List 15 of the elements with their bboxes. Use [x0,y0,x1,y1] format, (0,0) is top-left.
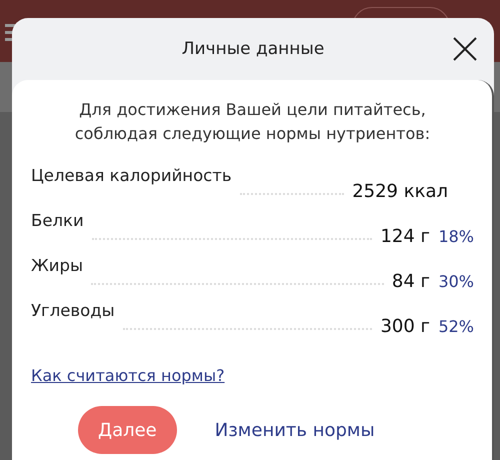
intro-text: Для достижения Вашей цели питайтесь, соблюдая следующие нормы нутриентов: [74,99,432,145]
nutrient-label: Белки [31,211,84,230]
nutrient-percent: 30% [437,272,474,291]
nutrient-value: 300 г [380,316,430,337]
nutrient-percent: 52% [437,317,474,336]
nutrient-value: 84 г [392,271,430,292]
norms-link[interactable]: Как считаются нормы? [31,366,225,385]
dialog-title: Личные данные [182,39,324,59]
change-norms-button[interactable]: Изменить нормы [214,420,375,440]
nutrient-value: 2529 ккал [352,181,448,202]
nutrient-value: 124 г [380,226,430,247]
nutrient-label: Углеводы [31,301,115,320]
nutrient-percent: 18% [437,227,474,246]
nutrient-label: Целевая калорийность [31,166,232,185]
nutrient-label: Жиры [31,256,83,275]
